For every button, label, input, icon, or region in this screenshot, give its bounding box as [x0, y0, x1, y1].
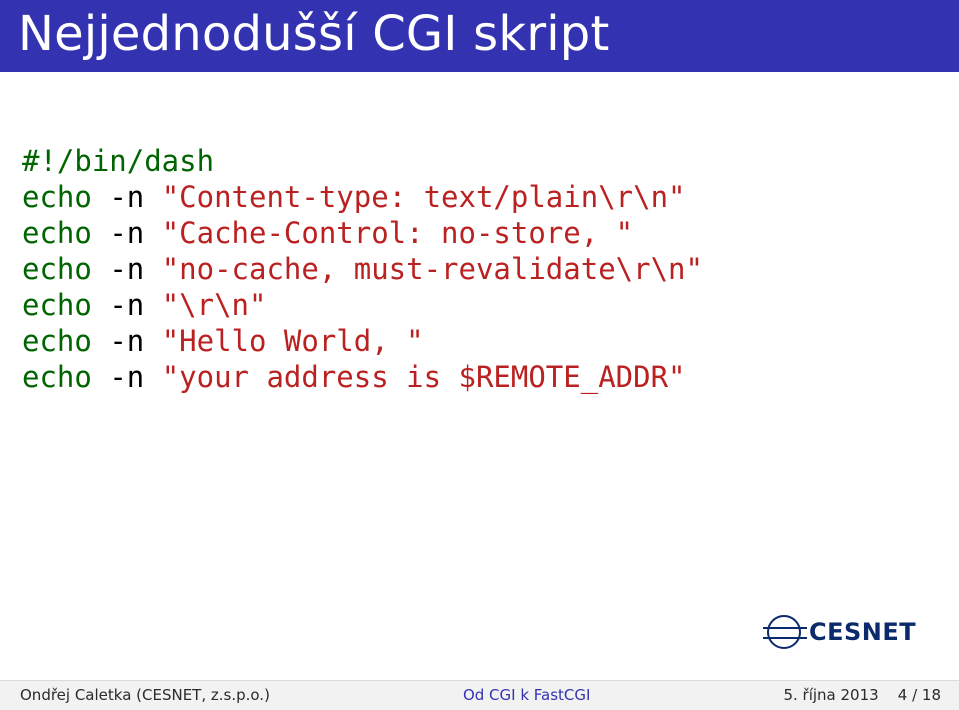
footer-author: Ondřej Caletka (CESNET, z.s.p.o.): [0, 686, 270, 704]
code-cmd: echo: [22, 288, 92, 322]
slide-body: #!/bin/dash echo -n "Content-type: text/…: [0, 72, 959, 396]
code-cmd: echo: [22, 252, 92, 286]
footer-talk: Od CGI k FastCGI: [270, 686, 784, 704]
code-string: "your address is $REMOTE_ADDR": [162, 360, 686, 394]
slide: Nejjednodušší CGI skript #!/bin/dash ech…: [0, 0, 959, 710]
footer: Ondřej Caletka (CESNET, z.s.p.o.) Od CGI…: [0, 680, 959, 710]
code-flag: -n: [109, 180, 144, 214]
code-flag: -n: [109, 288, 144, 322]
footer-page: 4 / 18: [898, 686, 941, 704]
code-string: "Hello World, ": [162, 324, 424, 358]
code-cmd: echo: [22, 180, 92, 214]
code-string: "Cache-Control: no-store, ": [162, 216, 633, 250]
code-string: "\r\n": [162, 288, 267, 322]
cesnet-logo-text: CESNET: [809, 618, 916, 646]
slide-title: Nejjednodušší CGI skript: [18, 6, 941, 62]
cesnet-logo: CESNET: [767, 608, 927, 656]
title-bar: Nejjednodušší CGI skript: [0, 0, 959, 72]
footer-date-text: 5. října 2013: [783, 686, 878, 704]
code-shebang: #!/bin/dash: [22, 144, 214, 178]
code-cmd: echo: [22, 324, 92, 358]
code-block: #!/bin/dash echo -n "Content-type: text/…: [22, 144, 937, 396]
code-string: "Content-type: text/plain\r\n": [162, 180, 686, 214]
cesnet-logo-icon: [767, 615, 801, 649]
code-cmd: echo: [22, 360, 92, 394]
code-flag: -n: [109, 324, 144, 358]
code-flag: -n: [109, 216, 144, 250]
footer-date: 5. října 2013 4 / 18: [783, 686, 959, 704]
code-string: "no-cache, must-revalidate\r\n": [162, 252, 703, 286]
code-cmd: echo: [22, 216, 92, 250]
code-flag: -n: [109, 360, 144, 394]
code-flag: -n: [109, 252, 144, 286]
